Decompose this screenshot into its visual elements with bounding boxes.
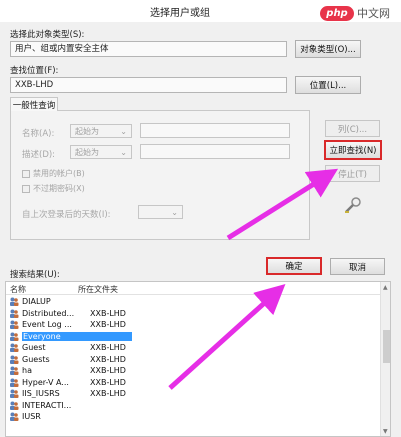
arrow-to-find-now [226,168,339,241]
arrow-to-ok [168,283,286,390]
annotation-arrows [168,168,339,390]
